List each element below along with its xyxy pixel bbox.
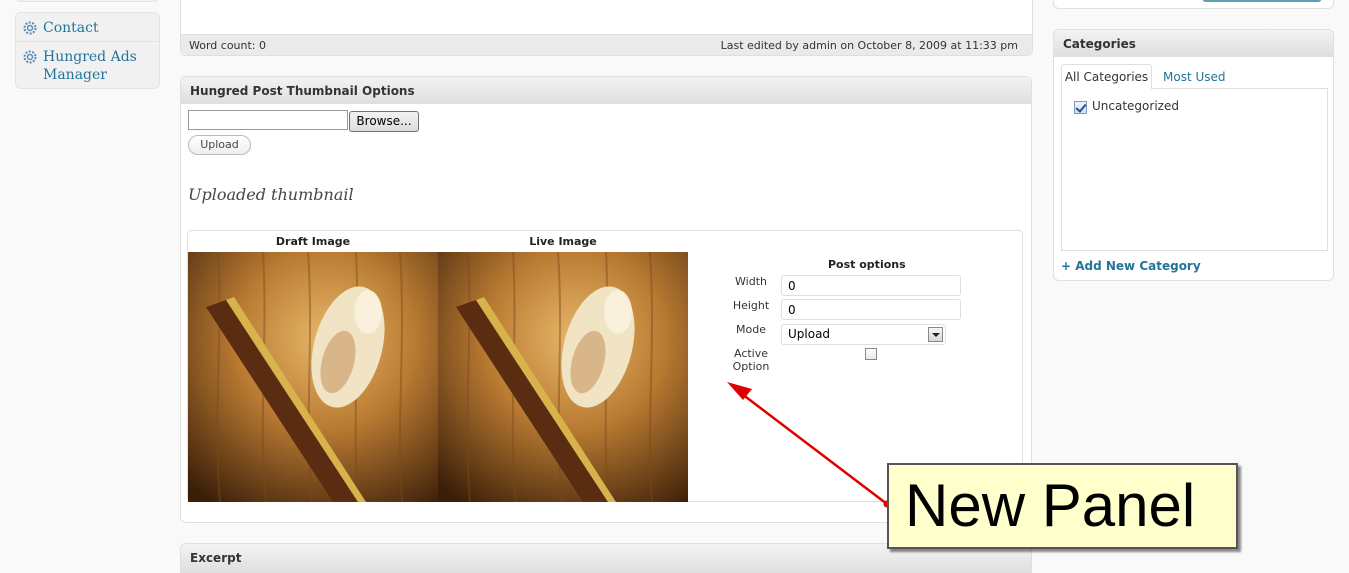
word-count: Word count: 0	[189, 39, 267, 52]
width-label: Width	[735, 275, 767, 288]
last-edited-text: Last edited by admin on October 8, 2009 …	[720, 39, 1018, 52]
panel-header[interactable]: Hungred Post Thumbnail Options	[181, 77, 1031, 104]
sidebar-item-label: Hungred Ads Manager	[43, 49, 137, 83]
post-options-title: Post options	[828, 258, 906, 271]
sidebar-menu: Contact Hungred Ads Manager	[15, 12, 160, 89]
categories-title: Categories	[1063, 37, 1136, 51]
height-input[interactable]: 0	[781, 299, 961, 320]
width-input[interactable]: 0	[781, 275, 961, 296]
category-label: Uncategorized	[1092, 99, 1179, 113]
new-panel-callout: New Panel	[887, 463, 1238, 549]
live-image-label: Live Image	[529, 235, 597, 248]
thumbnail-preview-area: Draft Image Live Image Post options Widt…	[187, 230, 1023, 502]
panel-title: Hungred Post Thumbnail Options	[190, 84, 415, 98]
excerpt-title: Excerpt	[190, 551, 242, 565]
categories-box: Categories All Categories Most Used Unca…	[1053, 29, 1334, 281]
browse-button[interactable]: Browse...	[349, 111, 419, 132]
height-label: Height	[732, 299, 770, 312]
mode-select-value: Upload	[788, 327, 831, 341]
thumbnail-options-panel: Hungred Post Thumbnail Options Browse...…	[180, 76, 1032, 523]
sidebar-divider	[16, 41, 159, 42]
post-editor[interactable]: Word count: 0 Last edited by admin on Oc…	[180, 0, 1033, 56]
mode-select[interactable]: Upload	[781, 324, 946, 345]
active-option-checkbox[interactable]	[865, 348, 877, 360]
draft-image	[188, 252, 438, 502]
uploaded-thumbnail-heading: Uploaded thumbnail	[188, 185, 354, 204]
file-path-input[interactable]	[188, 110, 348, 130]
mode-label: Mode	[736, 323, 766, 336]
tab-all-categories[interactable]: All Categories	[1061, 64, 1152, 89]
categories-header[interactable]: Categories	[1054, 30, 1333, 57]
publish-box-bottom	[1053, 0, 1334, 9]
category-checkbox[interactable]	[1074, 101, 1087, 114]
upload-button[interactable]: Upload	[188, 135, 251, 155]
live-image	[438, 252, 688, 502]
editor-status-bar: Word count: 0 Last edited by admin on Oc…	[181, 34, 1032, 55]
draft-image-label: Draft Image	[275, 235, 351, 248]
gear-icon	[23, 21, 37, 35]
gear-icon	[23, 50, 37, 64]
word-count-value: 0	[259, 39, 267, 52]
active-option-label: Active Option	[732, 347, 770, 373]
publish-link[interactable]	[1202, 0, 1322, 2]
sidebar-menu-top	[15, 0, 160, 2]
sidebar-item-label: Contact	[43, 20, 99, 36]
tab-most-used[interactable]: Most Used	[1163, 70, 1226, 84]
chevron-down-icon[interactable]	[928, 327, 943, 342]
category-list: Uncategorized	[1061, 88, 1328, 251]
add-new-category-link[interactable]: + Add New Category	[1061, 259, 1201, 273]
